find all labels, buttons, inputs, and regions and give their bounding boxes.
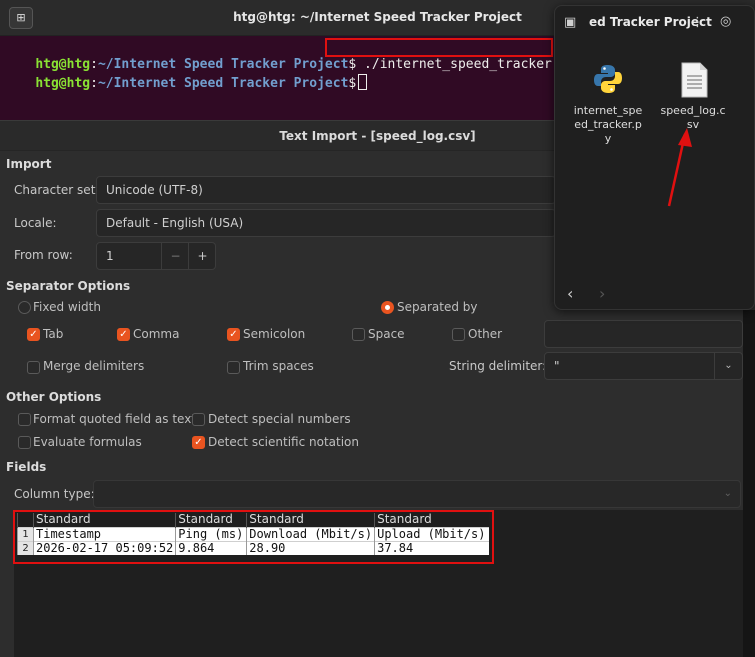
column-type-label: Column type: xyxy=(14,487,95,501)
column-type-select[interactable]: ⌄ xyxy=(93,480,741,508)
decrement-button[interactable]: − xyxy=(161,243,189,269)
prompt-path: ~/Internet Speed Tracker Project xyxy=(97,76,349,91)
prompt-dollar: $ xyxy=(348,76,357,91)
terminal-command: ./internet_speed_tracker.py xyxy=(356,57,576,72)
forward-button[interactable]: › xyxy=(599,284,605,303)
command-highlight-box xyxy=(325,38,553,57)
annotation-arrow-icon xyxy=(667,128,692,207)
other-separator-input[interactable] xyxy=(544,320,743,348)
merge-delimiters-label[interactable]: Merge delimiters xyxy=(43,359,144,373)
terminal-line-2[interactable]: htg@htg:~/Internet Speed Tracker Project… xyxy=(4,57,368,109)
other-options-heading: Other Options xyxy=(6,390,102,404)
scrollbar[interactable] xyxy=(743,310,755,657)
terminal-cursor xyxy=(358,74,368,90)
fields-heading: Fields xyxy=(6,460,47,474)
trim-spaces-checkbox[interactable] xyxy=(227,361,240,374)
semicolon-label[interactable]: Semicolon xyxy=(243,327,305,341)
chevron-down-icon[interactable]: ⌄ xyxy=(714,353,742,379)
format-quoted-checkbox[interactable] xyxy=(18,413,31,426)
format-quoted-label[interactable]: Format quoted field as text xyxy=(33,412,196,426)
string-delimiter-label: String delimiter: xyxy=(449,359,547,373)
comma-checkbox[interactable]: ✓ xyxy=(117,328,130,341)
evaluate-formulas-checkbox[interactable] xyxy=(18,436,31,449)
tab-label[interactable]: Tab xyxy=(43,327,63,341)
charset-select[interactable]: Unicode (UTF-8) xyxy=(96,176,556,204)
import-heading: Import xyxy=(6,157,52,171)
comma-label[interactable]: Comma xyxy=(133,327,179,341)
locale-select[interactable]: Default - English (USA) xyxy=(96,209,556,237)
trim-spaces-label[interactable]: Trim spaces xyxy=(243,359,314,373)
separator-options-heading: Separator Options xyxy=(6,279,131,293)
prompt-user: htg@htg xyxy=(35,76,91,91)
prompt-sep: : xyxy=(90,76,98,91)
file-manager-window[interactable]: ▣ ed Tracker Project ⋮ ◎ internet_spe ed… xyxy=(554,5,755,310)
detect-special-checkbox[interactable] xyxy=(192,413,205,426)
back-button[interactable]: ‹ xyxy=(567,284,573,303)
fixed-width-radio[interactable] xyxy=(18,301,31,314)
separated-by-label[interactable]: Separated by xyxy=(397,300,478,314)
from-row-label: From row: xyxy=(14,248,73,262)
fixed-width-label[interactable]: Fixed width xyxy=(33,300,101,314)
detect-special-label[interactable]: Detect special numbers xyxy=(208,412,351,426)
locale-label: Locale: xyxy=(14,216,57,230)
increment-button[interactable]: + xyxy=(188,243,216,269)
semicolon-checkbox[interactable]: ✓ xyxy=(227,328,240,341)
other-label[interactable]: Other xyxy=(468,327,502,341)
detect-scientific-checkbox[interactable]: ✓ xyxy=(192,436,205,449)
tab-checkbox[interactable]: ✓ xyxy=(27,328,40,341)
string-delimiter-select[interactable]: " ⌄ xyxy=(544,352,743,380)
charset-label: Character set: xyxy=(14,183,100,197)
other-checkbox[interactable] xyxy=(452,328,465,341)
from-row-value[interactable]: 1 xyxy=(106,249,114,263)
from-row-stepper[interactable]: 1 − + xyxy=(96,242,216,270)
evaluate-formulas-label[interactable]: Evaluate formulas xyxy=(33,435,142,449)
space-label[interactable]: Space xyxy=(368,327,405,341)
preview-highlight-box xyxy=(13,510,494,564)
chevron-down-icon[interactable]: ⌄ xyxy=(724,481,732,507)
space-checkbox[interactable] xyxy=(352,328,365,341)
detect-scientific-label[interactable]: Detect scientific notation xyxy=(208,435,359,449)
string-delimiter-value: " xyxy=(554,359,560,373)
merge-delimiters-checkbox[interactable] xyxy=(27,361,40,374)
separated-by-radio[interactable] xyxy=(381,301,394,314)
